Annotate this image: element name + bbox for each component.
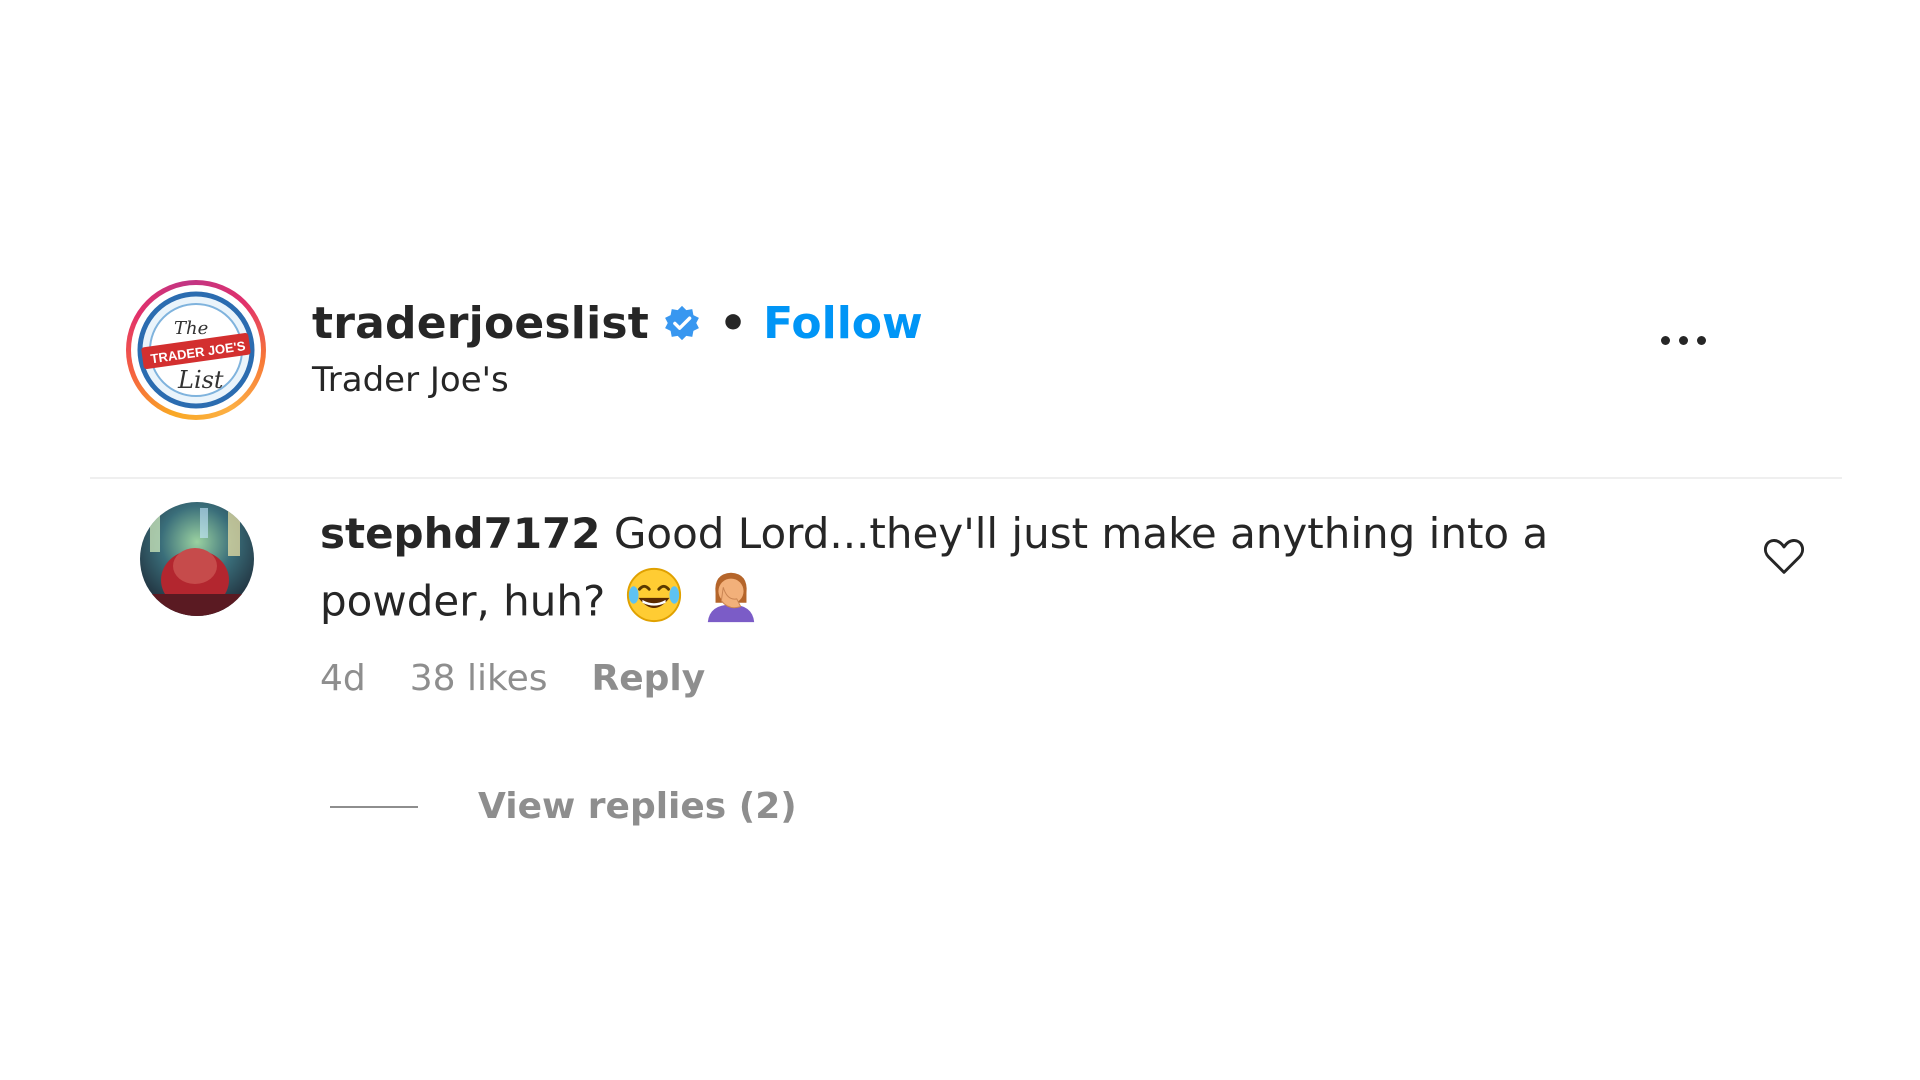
heart-outline-icon[interactable]: [1762, 536, 1806, 580]
comment: stephd7172 Good Lord...they'll just make…: [320, 502, 1660, 699]
comment-likes[interactable]: 38 likes: [410, 658, 548, 699]
comment-age[interactable]: 4d: [320, 658, 366, 699]
comment-username[interactable]: stephd7172: [320, 509, 601, 558]
trader-joes-list-logo: The TRADER JOE'S List: [136, 290, 256, 410]
woman-facepalming-icon: [702, 566, 760, 642]
replies-line: [330, 805, 418, 808]
svg-text:The: The: [174, 318, 208, 339]
separator-dot: •: [719, 297, 748, 349]
post-location[interactable]: Trader Joe's: [312, 360, 923, 400]
post-header: The TRADER JOE'S List traderjoeslist • F…: [126, 278, 1806, 426]
svg-text:List: List: [177, 366, 224, 394]
commenter-avatar[interactable]: [140, 502, 254, 616]
divider: [90, 477, 1842, 479]
verified-badge-icon: [663, 304, 701, 342]
more-options-icon[interactable]: [1661, 336, 1706, 345]
profile-avatar-story-ring[interactable]: The TRADER JOE'S List: [126, 280, 266, 420]
follow-button[interactable]: Follow: [763, 298, 923, 349]
comment-meta: 4d 38 likes Reply: [320, 658, 1660, 699]
view-replies[interactable]: View replies (2): [330, 786, 797, 827]
face-with-tears-of-joy-icon: [625, 566, 683, 642]
comment-text: stephd7172 Good Lord...they'll just make…: [320, 502, 1660, 642]
reply-button[interactable]: Reply: [592, 658, 706, 699]
post-username[interactable]: traderjoeslist: [312, 298, 649, 349]
view-replies-button[interactable]: View replies (2): [478, 786, 797, 827]
